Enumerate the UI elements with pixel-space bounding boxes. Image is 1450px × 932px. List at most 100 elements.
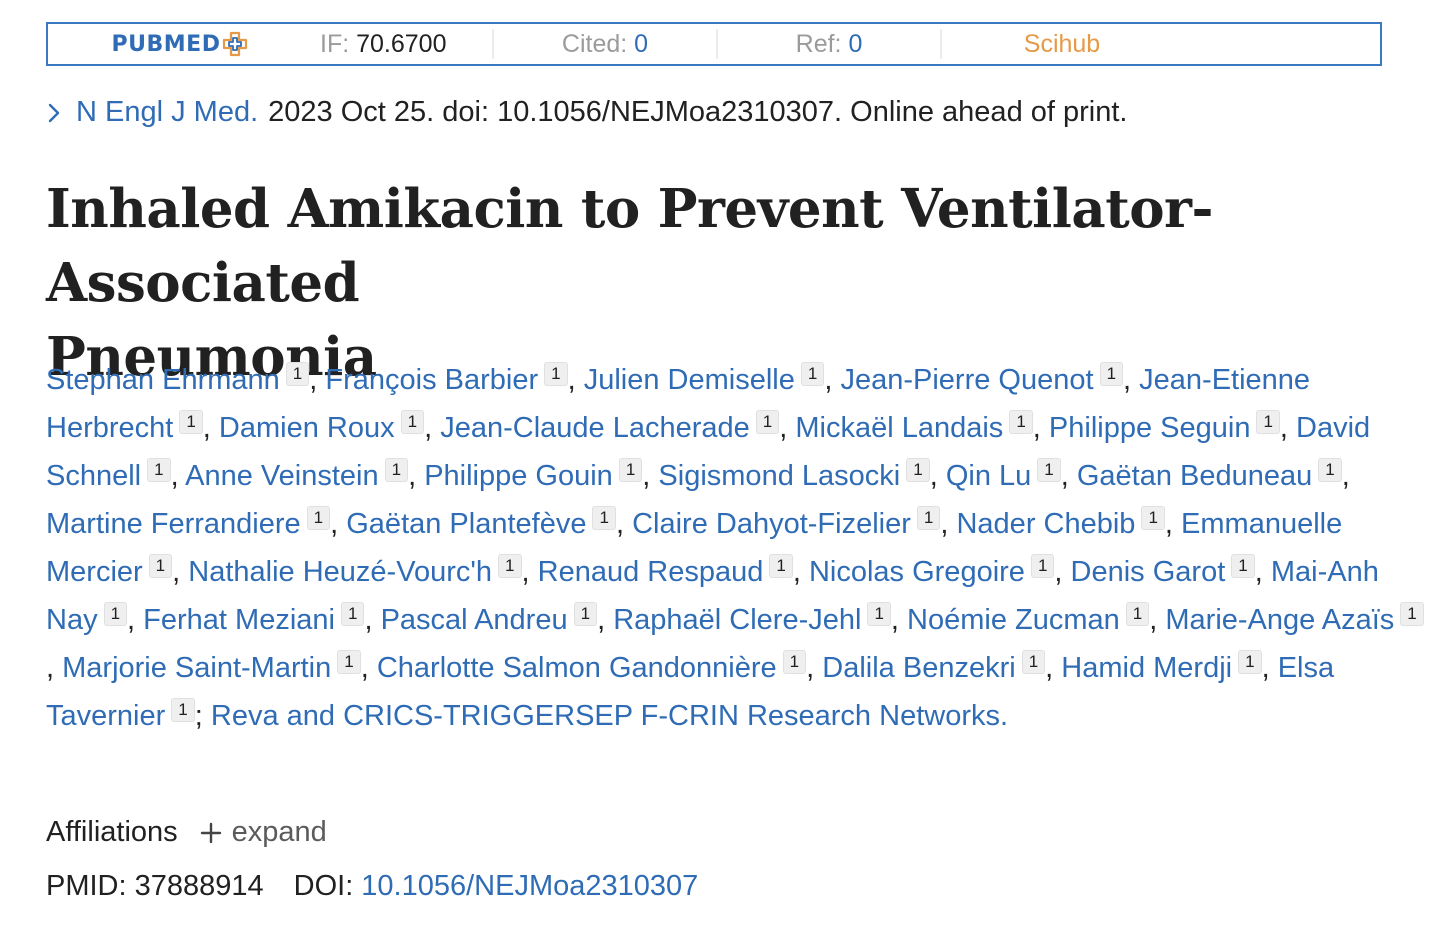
- author-separator: ,: [1164, 508, 1182, 540]
- author-name-link[interactable]: Claire Dahyot-Fizelier: [632, 508, 911, 540]
- affiliation-number-badge[interactable]: 1: [103, 602, 128, 626]
- affiliation-number-badge[interactable]: 1: [906, 458, 930, 482]
- author-item: Martine Ferrandiere 1: [46, 506, 331, 540]
- ref-label: Ref:: [795, 29, 842, 58]
- author-separator: ,: [1261, 652, 1278, 684]
- author-item: Marjorie Saint-Martin 1: [62, 650, 361, 684]
- affiliation-number-badge[interactable]: 1: [1318, 458, 1342, 482]
- author-separator: ,: [170, 460, 186, 492]
- author-item: Sigismond Lasocki 1: [658, 458, 930, 492]
- pmid-value: 37888914: [134, 870, 264, 902]
- affiliation-number-badge[interactable]: 1: [148, 554, 173, 578]
- author-separator: ,: [330, 508, 347, 540]
- affiliation-number-badge[interactable]: 1: [1238, 650, 1262, 674]
- affiliation-number-badge[interactable]: 1: [340, 602, 365, 626]
- author-name-link[interactable]: Julien Demiselle: [584, 364, 795, 396]
- affiliation-number-badge[interactable]: 1: [1099, 362, 1124, 386]
- author-item: Charlotte Salmon Gandonnière 1: [377, 650, 807, 684]
- affiliation-number-badge[interactable]: 1: [1030, 554, 1055, 578]
- author-name-link[interactable]: Raphaël Clere-Jehl: [613, 604, 861, 636]
- cited-label: Cited:: [561, 29, 628, 58]
- author-name-link[interactable]: Qin Lu: [946, 460, 1031, 492]
- scihub-link[interactable]: Scihub: [940, 29, 1182, 59]
- affiliation-number-badge[interactable]: 1: [384, 458, 409, 482]
- author-item: Damien Roux 1: [219, 410, 425, 444]
- pubmed-logo[interactable]: PUBMED: [48, 31, 312, 57]
- affiliation-number-badge[interactable]: 1: [147, 458, 171, 482]
- author-name-link[interactable]: Martine Ferrandiere: [46, 508, 301, 540]
- author-name-link[interactable]: Noémie Zucman: [907, 604, 1120, 636]
- group-author-link[interactable]: Reva and CRICS-TRIGGERSEP F-CRIN Researc…: [211, 700, 1008, 732]
- affiliation-number-badge[interactable]: 1: [306, 506, 331, 530]
- journal-link[interactable]: N Engl J Med.: [76, 96, 258, 129]
- affiliation-number-badge[interactable]: 1: [544, 362, 568, 386]
- affiliation-number-badge[interactable]: 1: [498, 554, 522, 578]
- author-name-link[interactable]: Pascal Andreu: [381, 604, 568, 636]
- author-separator: ,: [1341, 460, 1350, 492]
- author-name-link[interactable]: Anne Veinstein: [185, 460, 378, 492]
- author-name-link[interactable]: Charlotte Salmon Gandonnière: [377, 652, 777, 684]
- author-name-link[interactable]: Hamid Merdji: [1061, 652, 1232, 684]
- author-name-link[interactable]: Philippe Gouin: [424, 460, 613, 492]
- pubmed-logo-text: PUBMED: [111, 31, 221, 57]
- author-name-link[interactable]: Ferhat Meziani: [143, 604, 335, 636]
- affiliation-number-badge[interactable]: 1: [618, 458, 643, 482]
- author-item: François Barbier 1: [325, 362, 568, 396]
- author-name-link[interactable]: Gaëtan Beduneau: [1077, 460, 1312, 492]
- author-name-link[interactable]: Jean-Pierre Quenot: [840, 364, 1093, 396]
- author-separator: ,: [309, 364, 326, 396]
- author-separator: ,: [172, 556, 189, 588]
- affiliations-expand-toggle[interactable]: expand: [200, 816, 327, 849]
- ref-count[interactable]: Ref: 0: [716, 29, 940, 59]
- author-name-link[interactable]: Stephan Ehrmann: [46, 364, 280, 396]
- chevron-right-icon[interactable]: [46, 101, 62, 125]
- affiliation-number-badge[interactable]: 1: [1231, 554, 1255, 578]
- scihub-label[interactable]: Scihub: [1024, 30, 1100, 59]
- affiliation-number-badge[interactable]: 1: [755, 410, 780, 434]
- plus-icon: [200, 822, 222, 844]
- doi-link[interactable]: 10.1056/NEJMoa2310307: [361, 870, 698, 903]
- author-name-link[interactable]: Philippe Seguin: [1049, 412, 1251, 444]
- pmid-label: PMID:: [46, 870, 127, 902]
- affiliation-number-badge[interactable]: 1: [769, 554, 793, 578]
- affiliation-number-badge[interactable]: 1: [1125, 602, 1150, 626]
- affiliation-number-badge[interactable]: 1: [782, 650, 807, 674]
- author-name-link[interactable]: Marjorie Saint-Martin: [62, 652, 331, 684]
- author-name-link[interactable]: Renaud Respaud: [538, 556, 764, 588]
- author-item: Qin Lu 1: [946, 458, 1061, 492]
- affiliation-number-badge[interactable]: 1: [179, 410, 203, 434]
- affiliation-number-badge[interactable]: 1: [1141, 506, 1165, 530]
- affiliation-number-badge[interactable]: 1: [592, 506, 616, 530]
- affiliation-number-badge[interactable]: 1: [800, 362, 825, 386]
- author-name-link[interactable]: Damien Roux: [219, 412, 395, 444]
- author-item: Jean-Pierre Quenot 1: [840, 362, 1124, 396]
- affiliation-number-badge[interactable]: 1: [1256, 410, 1280, 434]
- author-name-link[interactable]: Jean-Claude Lacherade: [440, 412, 750, 444]
- cited-value[interactable]: 0: [634, 30, 648, 59]
- article-title-line-1: Inhaled Amikacin to Prevent Ventilator-A…: [46, 178, 1213, 314]
- affiliation-number-badge[interactable]: 1: [400, 410, 425, 434]
- affiliation-number-badge[interactable]: 1: [1009, 410, 1033, 434]
- affiliation-number-badge[interactable]: 1: [573, 602, 598, 626]
- author-separator: ,: [929, 460, 946, 492]
- author-name-link[interactable]: Marie-Ange Azaïs: [1165, 604, 1394, 636]
- author-name-link[interactable]: Denis Garot: [1071, 556, 1226, 588]
- affiliation-number-badge[interactable]: 1: [285, 362, 310, 386]
- affiliation-number-badge[interactable]: 1: [1400, 602, 1424, 626]
- affiliation-number-badge[interactable]: 1: [337, 650, 361, 674]
- ref-value[interactable]: 0: [848, 30, 862, 59]
- author-name-link[interactable]: Dalila Benzekri: [822, 652, 1015, 684]
- author-name-link[interactable]: Nicolas Gregoire: [809, 556, 1025, 588]
- author-name-link[interactable]: Mickaël Landais: [795, 412, 1003, 444]
- affiliation-number-badge[interactable]: 1: [867, 602, 891, 626]
- affiliation-number-badge[interactable]: 1: [1021, 650, 1046, 674]
- author-name-link[interactable]: Gaëtan Plantefève: [346, 508, 586, 540]
- affiliation-number-badge[interactable]: 1: [171, 698, 195, 722]
- affiliation-number-badge[interactable]: 1: [916, 506, 941, 530]
- author-name-link[interactable]: Nathalie Heuzé-Vourc'h: [188, 556, 492, 588]
- author-name-link[interactable]: Sigismond Lasocki: [658, 460, 900, 492]
- author-name-link[interactable]: François Barbier: [325, 364, 538, 396]
- author-name-link[interactable]: Nader Chebib: [956, 508, 1135, 540]
- cited-count[interactable]: Cited: 0: [492, 29, 716, 59]
- affiliation-number-badge[interactable]: 1: [1037, 458, 1061, 482]
